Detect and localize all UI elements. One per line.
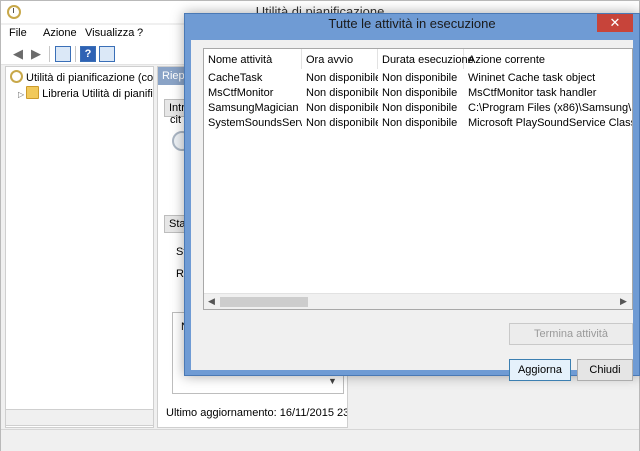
folder-icon bbox=[26, 86, 40, 99]
back-arrow-icon[interactable]: ◀ bbox=[9, 45, 27, 63]
expand-arrow-icon[interactable]: ▷ bbox=[18, 90, 24, 99]
cell-name: SamsungMagician bbox=[208, 102, 299, 114]
scroll-down-arrow-icon[interactable]: ▼ bbox=[328, 376, 337, 386]
column-header-duration[interactable]: Durata esecuzione bbox=[378, 49, 474, 69]
menu-azione[interactable]: Azione bbox=[43, 27, 77, 39]
cell-name: SystemSoundsService bbox=[208, 117, 302, 129]
scroll-right-arrow-icon[interactable]: ▶ bbox=[620, 296, 627, 307]
table-row[interactable]: CacheTask Non disponibile Non disponibil… bbox=[204, 71, 632, 86]
cell-action: C:\Program Files (x86)\Samsung\Sams bbox=[468, 102, 632, 114]
table-row[interactable]: MsCtfMonitor Non disponibile Non disponi… bbox=[204, 86, 632, 101]
show-hide-console-tree-icon[interactable] bbox=[55, 46, 71, 62]
status-bar bbox=[1, 429, 639, 451]
tree-item-root[interactable]: Utilità di pianificazione (comp bbox=[10, 70, 154, 86]
list-horizontal-scrollbar[interactable]: ◀ ▶ bbox=[204, 293, 632, 309]
end-task-button[interactable]: Termina attività bbox=[509, 323, 633, 345]
cell-start: Non disponibile bbox=[306, 102, 378, 114]
refresh-button[interactable]: Aggiorna bbox=[509, 359, 571, 381]
running-tasks-dialog: Tutte le attività in esecuzione ✕ Nome a… bbox=[184, 13, 640, 381]
toolbar-separator bbox=[49, 46, 50, 62]
cell-start: Non disponibile bbox=[306, 72, 378, 84]
menu-help[interactable]: ? bbox=[137, 27, 143, 39]
cell-name: CacheTask bbox=[208, 72, 263, 84]
toolbar-separator bbox=[75, 46, 76, 62]
menu-file[interactable]: File bbox=[9, 27, 27, 39]
cell-start: Non disponibile bbox=[306, 117, 378, 129]
tree-item-label: Libreria Utilità di pianifica bbox=[42, 88, 154, 100]
table-row[interactable]: SamsungMagician Non disponibile Non disp… bbox=[204, 101, 632, 116]
dialog-close-button[interactable]: ✕ bbox=[597, 14, 633, 32]
column-header-name[interactable]: Nome attività bbox=[204, 49, 302, 69]
last-update-text: Ultimo aggiornamento: 16/11/2015 23:02:3 bbox=[166, 407, 347, 419]
console-tree[interactable]: Utilità di pianificazione (comp ▷ Libreri… bbox=[5, 66, 154, 428]
close-button[interactable]: Chiudi bbox=[577, 359, 633, 381]
cell-action: Wininet Cache task object bbox=[468, 72, 596, 84]
help-icon[interactable]: ? bbox=[80, 46, 96, 62]
scrollbar-thumb[interactable] bbox=[220, 297, 308, 307]
cell-name: MsCtfMonitor bbox=[208, 87, 274, 99]
cell-duration: Non disponibile bbox=[382, 117, 458, 129]
cell-duration: Non disponibile bbox=[382, 102, 458, 114]
dialog-body: Nome attività Ora avvio Durata esecuzion… bbox=[191, 40, 633, 381]
show-hide-action-pane-icon[interactable] bbox=[99, 46, 115, 62]
dialog-title: Tutte le attività in esecuzione bbox=[328, 16, 496, 31]
tree-item-label: Utilità di pianificazione (comp bbox=[26, 72, 154, 84]
scroll-left-arrow-icon[interactable]: ◀ bbox=[208, 296, 215, 307]
column-header-start[interactable]: Ora avvio bbox=[302, 49, 378, 69]
tree-horizontal-scrollbar[interactable] bbox=[5, 409, 154, 426]
running-tasks-list[interactable]: Nome attività Ora avvio Durata esecuzion… bbox=[203, 48, 633, 310]
menu-visualizza[interactable]: Visualizza bbox=[85, 27, 134, 39]
tree-item-library[interactable]: ▷ Libreria Utilità di pianifica bbox=[18, 86, 154, 102]
cell-action: MsCtfMonitor task handler bbox=[468, 87, 597, 99]
intro-text: cit bbox=[170, 114, 181, 126]
cell-duration: Non disponibile bbox=[382, 87, 458, 99]
table-row[interactable]: SystemSoundsService Non disponibile Non … bbox=[204, 116, 632, 131]
cell-start: Non disponibile bbox=[306, 87, 378, 99]
forward-arrow-icon[interactable]: ▶ bbox=[27, 45, 45, 63]
cell-duration: Non disponibile bbox=[382, 72, 458, 84]
column-header-action[interactable]: Azione corrente bbox=[464, 49, 632, 69]
clock-icon bbox=[10, 70, 23, 83]
cell-action: Microsoft PlaySoundService Class bbox=[468, 117, 632, 129]
